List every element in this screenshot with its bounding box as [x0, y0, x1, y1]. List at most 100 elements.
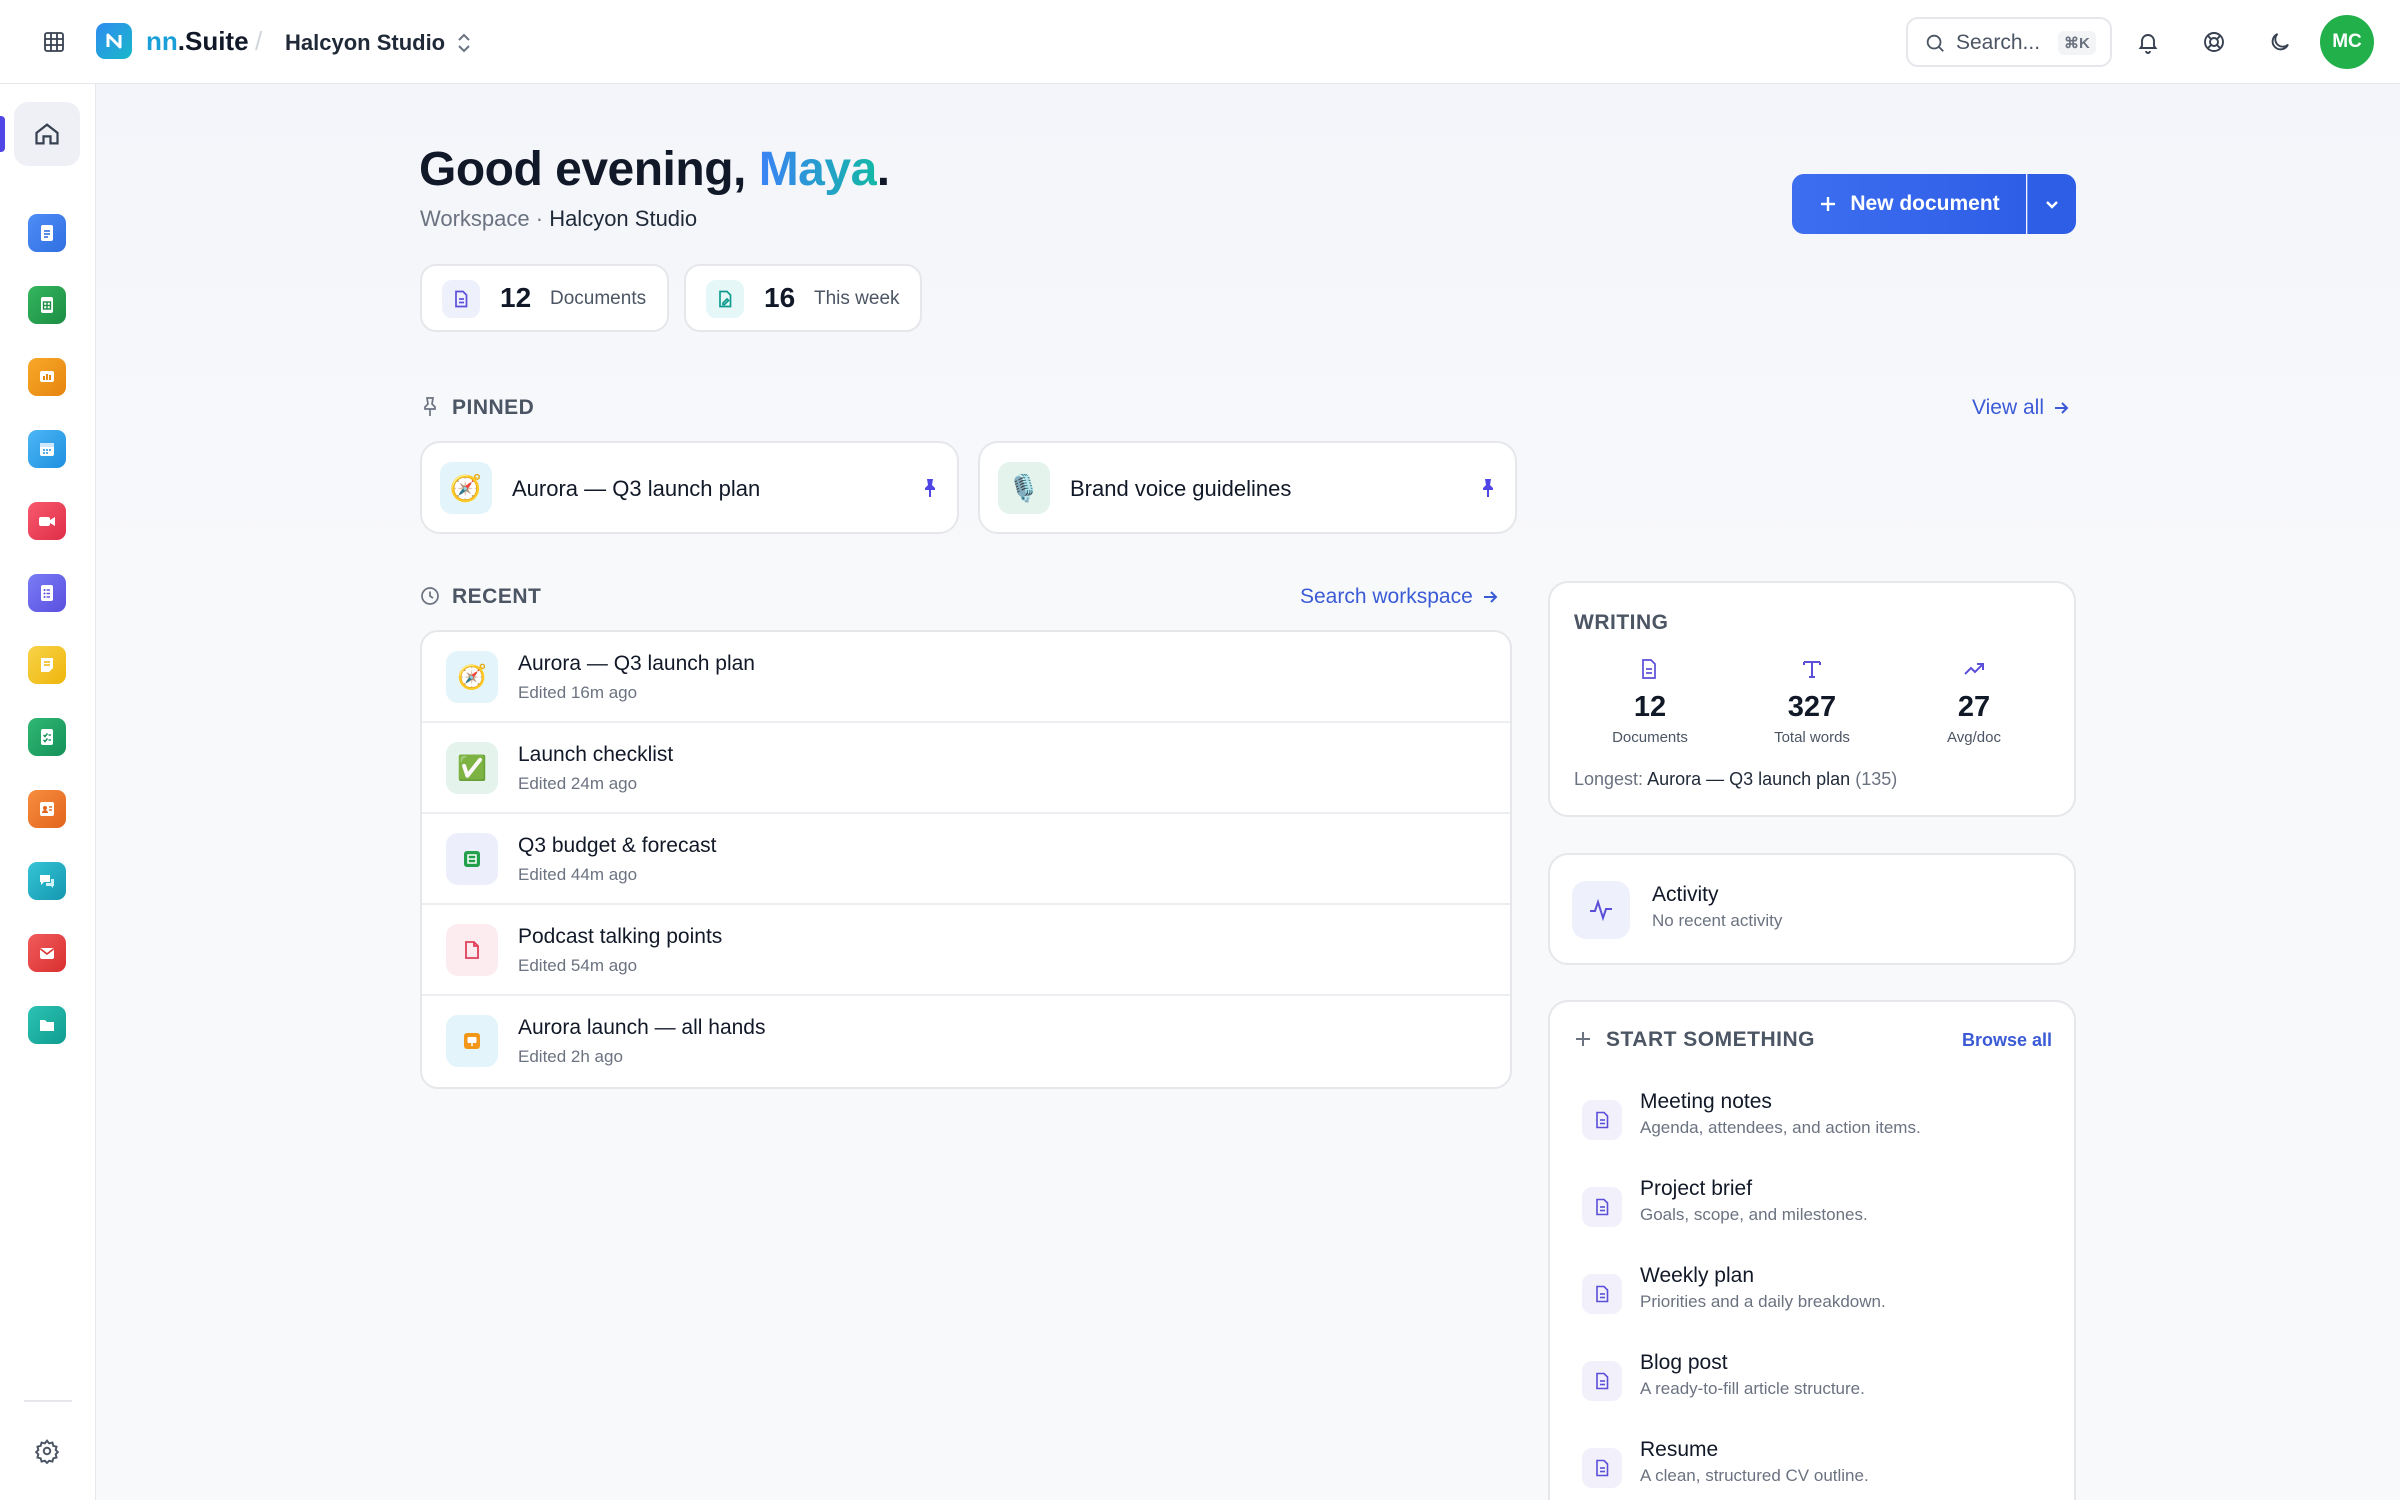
moon-icon[interactable] — [2262, 24, 2298, 60]
template-subtitle: A ready-to-fill article structure. — [1640, 1379, 1865, 1398]
brand-logo-icon[interactable] — [96, 23, 132, 59]
greeting-name: Maya — [758, 143, 878, 196]
greeting-suffix: . — [876, 143, 890, 196]
stat-chip-documents: 12 Documents — [420, 264, 669, 332]
sidebar-divider — [24, 1400, 72, 1402]
template-item[interactable]: Blog post A ready-to-fill article struct… — [1582, 1349, 2042, 1429]
pin-filled-icon[interactable] — [1478, 477, 1498, 499]
sheets-icon — [41, 297, 53, 313]
list-item[interactable]: Podcast talking points Edited 54m ago — [422, 905, 1510, 996]
slides-icon — [446, 1015, 498, 1067]
app-sidebar — [0, 84, 96, 1500]
list-item[interactable]: Q3 budget & forecast Edited 44m ago — [422, 814, 1510, 905]
new-document-label: New document — [1850, 192, 2000, 215]
checkmark-icon: ✅ — [446, 742, 498, 794]
new-document-menu-button[interactable] — [2027, 174, 2076, 234]
brand-separator: / — [255, 26, 263, 56]
list-item[interactable]: ✅ Launch checklist Edited 24m ago — [422, 723, 1510, 814]
activity-subtitle: No recent activity — [1652, 911, 1783, 930]
calendar-icon — [40, 443, 54, 456]
contacts-icon — [40, 802, 54, 816]
sidebar-item-files[interactable] — [28, 1006, 66, 1044]
workspace-switcher[interactable]: Halcyon Studio — [285, 28, 473, 58]
template-item[interactable]: Weekly plan Priorities and a daily break… — [1582, 1262, 2042, 1342]
pin-icon — [424, 397, 436, 416]
sidebar-item-docs[interactable] — [28, 214, 66, 252]
list-item[interactable]: 🧭 Aurora — Q3 launch plan Edited 16m ago — [422, 632, 1510, 723]
arrow-right-icon — [1483, 591, 1498, 603]
pinned-card[interactable]: 🎙️ Brand voice guidelines — [978, 441, 1517, 534]
sidebar-item-calendar[interactable] — [28, 430, 66, 468]
activity-title: Activity — [1652, 883, 1719, 906]
search-workspace-link[interactable]: Search workspace — [1300, 585, 1499, 609]
new-document-button[interactable]: New document — [1792, 174, 2026, 234]
avatar-initials: MC — [2332, 31, 2362, 52]
pinned-card-title: Aurora — Q3 launch plan — [512, 476, 761, 501]
workspace-switcher-label: Halcyon Studio — [285, 30, 446, 55]
sidebar-item-mail[interactable] — [28, 934, 66, 972]
week-label: This week — [814, 288, 900, 309]
workspace-subtitle: Workspace · Halcyon Studio — [420, 206, 697, 232]
sidebar-item-tasks[interactable] — [28, 718, 66, 756]
search-placeholder: Search... — [1956, 31, 2041, 54]
microphone-icon: 🎙️ — [998, 462, 1050, 514]
template-item[interactable]: Project brief Goals, scope, and mileston… — [1582, 1175, 2042, 1255]
list-item-subtitle: Edited 16m ago — [518, 683, 638, 702]
search-workspace-label: Search workspace — [1300, 585, 1473, 608]
list-item-title: Q3 budget & forecast — [518, 834, 717, 857]
browse-all-link[interactable]: Browse all — [1962, 1030, 2052, 1051]
longest-count: (135) — [1850, 769, 1898, 789]
list-item-title: Launch checklist — [518, 743, 674, 766]
edit-document-icon — [706, 280, 744, 318]
clock-icon — [421, 587, 439, 605]
text-type-icon — [1803, 661, 1821, 678]
template-subtitle: A clean, structured CV outline. — [1640, 1466, 1869, 1485]
template-item[interactable]: Meeting notes Agenda, attendees, and act… — [1582, 1088, 2042, 1168]
pin-filled-icon[interactable] — [920, 477, 940, 499]
arrow-right-icon — [2054, 402, 2069, 414]
sidebar-item-forms[interactable] — [28, 574, 66, 612]
brand-prefix: nn — [146, 26, 178, 56]
docs-icon — [41, 225, 53, 241]
search-box[interactable]: Search... ⌘K — [1906, 17, 2112, 67]
compass-icon: 🧭 — [446, 651, 498, 703]
video-icon — [39, 517, 55, 526]
document-icon — [1582, 1448, 1622, 1488]
writing-heading: WRITING — [1574, 611, 1669, 634]
template-item[interactable]: Resume A clean, structured CV outline. — [1582, 1436, 2042, 1500]
sidebar-item-video[interactable] — [28, 502, 66, 540]
sidebar-item-slides[interactable] — [28, 358, 66, 396]
document-icon — [1582, 1187, 1622, 1227]
gear-icon[interactable] — [28, 1432, 66, 1470]
greeting-heading: Good evening, Maya. — [419, 142, 890, 197]
template-title: Weekly plan — [1640, 1264, 1755, 1287]
sidebar-item-chat[interactable] — [28, 862, 66, 900]
document-icon — [1582, 1274, 1622, 1314]
bell-icon[interactable] — [2130, 24, 2166, 60]
plus-icon — [1821, 197, 1836, 211]
notes-icon — [41, 658, 53, 672]
workspace-label: Workspace · — [420, 206, 550, 231]
sidebar-item-sheets[interactable] — [28, 286, 66, 324]
user-avatar[interactable]: MC — [2320, 15, 2374, 69]
mail-icon — [40, 948, 54, 959]
view-all-link[interactable]: View all — [1972, 396, 2070, 420]
chat-icon — [40, 875, 54, 888]
sidebar-item-home[interactable] — [14, 102, 80, 166]
template-title: Meeting notes — [1640, 1090, 1772, 1113]
start-something-card: START SOMETHING Browse all Meeting notes… — [1548, 1000, 2076, 1500]
list-item-title: Podcast talking points — [518, 925, 723, 948]
documents-count: 12 — [500, 282, 532, 313]
chevron-down-icon — [2046, 201, 2058, 209]
help-lifebuoy-icon[interactable] — [2196, 24, 2232, 60]
sidebar-item-contacts[interactable] — [28, 790, 66, 828]
documents-label: Documents — [550, 288, 647, 309]
apps-grid-icon[interactable] — [36, 24, 72, 60]
sidebar-active-indicator — [0, 116, 5, 152]
activity-card[interactable]: Activity No recent activity — [1548, 853, 2076, 965]
list-item[interactable]: Aurora launch — all hands Edited 2h ago — [422, 996, 1510, 1087]
brand-name[interactable]: nn.Suite — [146, 26, 249, 57]
pinned-card[interactable]: 🧭 Aurora — Q3 launch plan — [420, 441, 959, 534]
list-item-subtitle: Edited 24m ago — [518, 774, 638, 793]
sidebar-item-notes[interactable] — [28, 646, 66, 684]
